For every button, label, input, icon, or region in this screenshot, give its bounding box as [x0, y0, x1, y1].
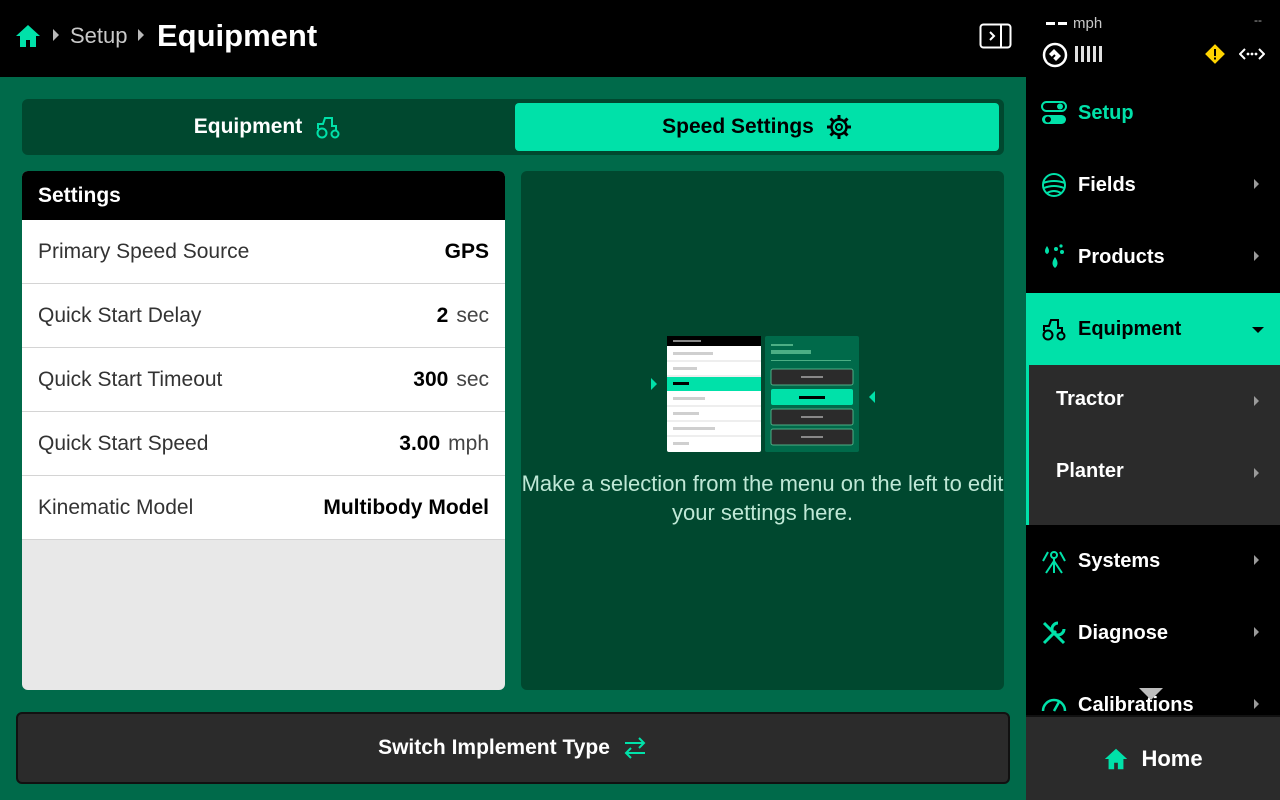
setting-unit: mph	[448, 431, 489, 455]
connection-icon[interactable]	[1239, 45, 1265, 63]
setting-value: Multibody Model	[323, 495, 489, 519]
home-icon	[1105, 748, 1128, 769]
setting-row-primary-speed-source[interactable]: Primary Speed Source GPS	[22, 220, 505, 284]
nav-label: Equipment	[1078, 318, 1182, 340]
settings-header: Settings	[22, 171, 505, 220]
sub-item-planter[interactable]: Planter	[1029, 437, 1280, 509]
sub-item-tractor[interactable]: Tractor	[1029, 365, 1280, 437]
nav-item-diagnose[interactable]: Diagnose	[1026, 597, 1280, 669]
chevron-right-icon	[1254, 179, 1259, 189]
info-message: Make a selection from the menu on the le…	[521, 471, 1004, 525]
chevron-right-icon	[1254, 251, 1259, 261]
nav-item-equipment[interactable]: Equipment	[1026, 293, 1280, 365]
setting-unit: sec	[456, 367, 489, 391]
chevron-down-icon	[1252, 327, 1264, 333]
signal-strength-icon	[1075, 46, 1105, 62]
settings-panel: Settings Primary Speed Source GPS Quick …	[22, 171, 505, 690]
breadcrumb-setup[interactable]: Setup	[70, 22, 128, 50]
panel-toggle-icon[interactable]	[979, 23, 1012, 49]
switch-implement-type-button[interactable]: Switch Implement Type	[16, 712, 1010, 784]
gps-satellite-icon	[1042, 42, 1068, 68]
systems-icon	[1042, 551, 1066, 574]
breadcrumb-separator-icon	[53, 29, 59, 41]
gear-icon	[826, 115, 851, 139]
tab-speed-settings-label: Speed Settings	[662, 115, 814, 138]
chevron-right-icon	[1254, 555, 1259, 565]
page-title: Equipment	[157, 18, 318, 53]
setting-row-quick-start-speed[interactable]: Quick Start Speed 3.00 mph	[22, 412, 505, 476]
nav-label: Products	[1078, 246, 1165, 268]
sub-item-label: Planter	[1056, 460, 1124, 482]
setting-value: 3.00	[399, 431, 441, 455]
setting-row-quick-start-timeout[interactable]: Quick Start Timeout 300 sec	[22, 348, 505, 412]
equipment-submenu: Tractor Planter	[1026, 365, 1280, 525]
nav-label: Calibrations	[1078, 694, 1194, 715]
tab-equipment-label: Equipment	[193, 115, 303, 138]
menu-selection-illustration	[651, 336, 875, 452]
toggle-icon	[1041, 101, 1067, 124]
drops-icon	[1045, 244, 1064, 268]
chevron-right-icon	[1254, 468, 1259, 478]
gauge-icon	[1041, 698, 1067, 712]
setting-value: 300	[413, 367, 449, 391]
nav-item-products[interactable]: Products	[1026, 221, 1280, 293]
nav-label: Fields	[1078, 174, 1136, 196]
nav-item-fields[interactable]: Fields	[1026, 149, 1280, 221]
setting-label: Primary Speed Source	[38, 239, 250, 263]
wrench-icon	[1042, 621, 1066, 645]
top-bar: Setup Equipment	[0, 0, 1026, 77]
scroll-down-indicator-icon[interactable]	[1139, 688, 1163, 700]
side-navigation: Setup Fields Products Equipment Tractor	[1026, 77, 1280, 715]
setting-row-quick-start-delay[interactable]: Quick Start Delay 2 sec	[22, 284, 505, 348]
home-button[interactable]: Home	[1026, 715, 1280, 800]
setting-label: Quick Start Timeout	[38, 367, 223, 391]
setting-unit: sec	[456, 303, 489, 327]
status-secondary-value: --	[1254, 13, 1262, 27]
nav-item-setup[interactable]: Setup	[1026, 77, 1280, 149]
sub-item-label: Tractor	[1056, 388, 1124, 410]
field-icon	[1042, 173, 1066, 197]
setting-label: Kinematic Model	[38, 495, 194, 519]
setting-value: GPS	[444, 239, 489, 263]
tractor-icon	[316, 117, 340, 139]
tab-speed-settings[interactable]: Speed Settings	[515, 103, 999, 151]
info-panel: Make a selection from the menu on the le…	[521, 171, 1004, 690]
switch-implement-type-label: Switch Implement Type	[378, 736, 610, 759]
setting-label: Quick Start Speed	[38, 431, 209, 455]
tractor-icon	[1042, 319, 1066, 341]
speed-readout	[1046, 22, 1068, 25]
nav-label: Setup	[1078, 102, 1134, 124]
tab-equipment[interactable]: Equipment	[26, 103, 510, 151]
chevron-right-icon	[1254, 627, 1259, 637]
home-label: Home	[1141, 745, 1203, 771]
breadcrumb-separator-icon	[138, 29, 144, 41]
warning-icon[interactable]	[1204, 43, 1226, 65]
setting-label: Quick Start Delay	[38, 303, 202, 327]
home-icon[interactable]	[14, 22, 42, 50]
chevron-right-icon	[1254, 396, 1259, 406]
setting-row-kinematic-model[interactable]: Kinematic Model Multibody Model	[22, 476, 505, 540]
swap-arrows-icon	[624, 737, 646, 759]
setting-value: 2	[436, 303, 449, 327]
nav-label: Systems	[1078, 550, 1161, 572]
chevron-right-icon	[1254, 699, 1259, 709]
nav-label: Diagnose	[1078, 622, 1169, 644]
tab-bar: Equipment Speed Settings	[22, 99, 1004, 155]
speed-unit: mph	[1073, 15, 1103, 32]
status-area: mph --	[1026, 0, 1280, 77]
nav-item-systems[interactable]: Systems	[1026, 525, 1280, 597]
